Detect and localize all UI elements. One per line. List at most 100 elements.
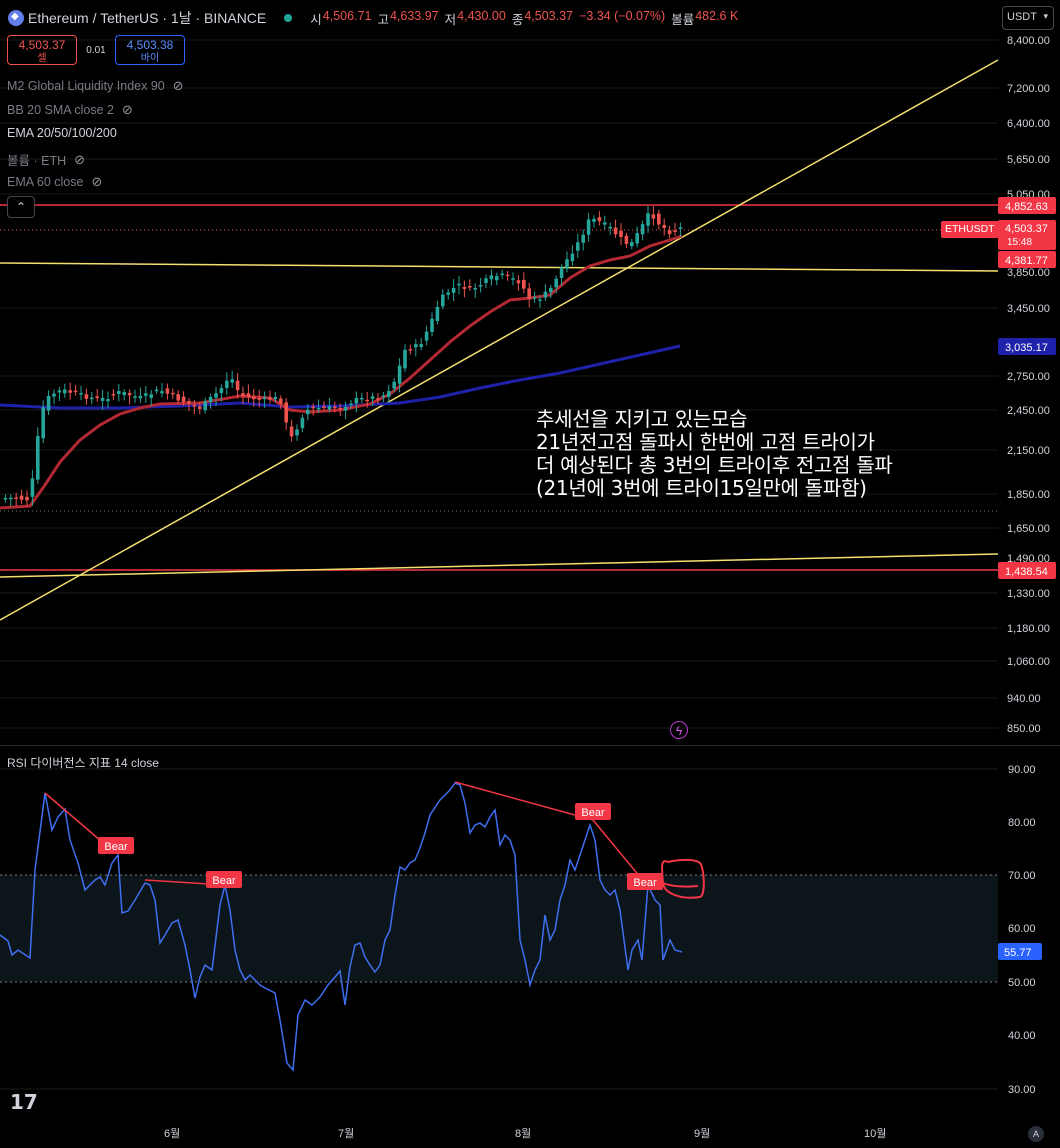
candle-body xyxy=(225,380,229,388)
collapse-indicators-button[interactable]: ⌃ xyxy=(7,196,35,218)
bear-label: Bear xyxy=(206,871,242,888)
candle-body xyxy=(505,274,510,277)
price-tick-label: 1,650.00 xyxy=(1007,523,1050,535)
candle-body xyxy=(84,394,89,399)
candle-body xyxy=(95,396,99,399)
last-price-badge: 4,503.37 15:48 xyxy=(998,220,1056,250)
volume-value: 482.6 K xyxy=(695,8,739,23)
candle-body xyxy=(646,213,650,226)
price-tick-label: 2,150.00 xyxy=(1007,445,1050,457)
trendline-rising[interactable] xyxy=(0,59,999,621)
candle-body xyxy=(538,299,542,301)
tradingview-logo-icon[interactable]: 17 xyxy=(10,1090,38,1114)
price-tick-label: 5,650.00 xyxy=(1007,154,1050,166)
support-price-badge: 1,438.54 xyxy=(998,562,1056,579)
candle-body xyxy=(100,397,105,401)
symbol-tag: ETHUSDT xyxy=(941,221,999,238)
candle-body xyxy=(241,393,245,396)
sell-label: 셀 xyxy=(37,53,47,64)
candle-body xyxy=(192,405,197,407)
indicator-ema[interactable]: EMA 20/50/100/200 xyxy=(7,126,117,140)
candle-body xyxy=(576,242,580,251)
market-status-dot-icon[interactable] xyxy=(284,14,293,22)
currency-select[interactable]: USDT ▾ xyxy=(1002,6,1054,30)
candle-body xyxy=(597,217,602,222)
candle-body xyxy=(160,391,164,394)
currency-value: USDT xyxy=(1007,11,1037,23)
candle-body xyxy=(284,402,288,423)
candle-body xyxy=(565,259,569,269)
candle-body xyxy=(640,224,645,235)
candle-body xyxy=(414,344,418,348)
rsi-pane[interactable]: Bear Bear Bear Bear 90.00 80.00 70.00 60… xyxy=(0,745,1060,1148)
time-axis[interactable]: 6월 7월 8월 9월 10월 xyxy=(164,1127,886,1140)
eye-hidden-icon[interactable]: ⊘ xyxy=(91,174,102,190)
candle-body xyxy=(397,365,402,384)
indicator-m2-liquidity[interactable]: M2 Global Liquidity Index 90 ⊘ xyxy=(7,78,184,94)
candle-body xyxy=(376,398,380,400)
candle-body xyxy=(68,390,72,393)
chevron-down-icon: ▾ xyxy=(1043,11,1048,21)
volume-label: 볼륨 xyxy=(671,12,695,27)
auto-scale-button[interactable]: A xyxy=(1028,1126,1044,1142)
candle-body xyxy=(138,395,143,399)
candle-body xyxy=(57,390,62,393)
symbol-title[interactable]: Ethereum / TetherUS · 1날 · BINANCE xyxy=(28,8,266,28)
candle-body xyxy=(214,393,218,398)
candle-body xyxy=(462,287,467,289)
candle-body xyxy=(9,497,13,500)
price-chart[interactable] xyxy=(0,0,1060,745)
eye-hidden-icon[interactable]: ⊘ xyxy=(173,78,184,94)
trendline-lower[interactable] xyxy=(0,553,999,578)
bear-label: Bear xyxy=(98,837,134,854)
indicator-ema60[interactable]: EMA 60 close ⊘ xyxy=(7,174,102,190)
candle-body xyxy=(154,389,159,392)
candle-body xyxy=(581,234,585,243)
candle-body xyxy=(549,287,553,293)
eye-hidden-icon[interactable]: ⊘ xyxy=(74,152,85,168)
candle-body xyxy=(343,406,348,411)
candle-body xyxy=(619,230,623,237)
candle-body xyxy=(306,409,310,415)
flash-icon[interactable]: ϟ xyxy=(670,721,688,739)
candle-body xyxy=(322,406,326,409)
candle-body xyxy=(603,222,607,225)
trendline-upper-horizontal[interactable] xyxy=(0,262,999,272)
candle-body xyxy=(484,278,488,284)
text-annotation[interactable]: 추세선을 지키고 있는모습 21년전고점 돌파시 한번에 고점 트라이가 더 예… xyxy=(536,408,893,500)
change-value: −3.34 (−0.07%) xyxy=(579,8,666,23)
candle-body xyxy=(198,406,202,410)
candle-body xyxy=(144,393,148,396)
candle-body xyxy=(424,331,429,341)
candle-body xyxy=(370,396,375,399)
candle-body xyxy=(289,426,294,437)
eye-hidden-icon[interactable]: ⊘ xyxy=(122,102,133,118)
candle-body xyxy=(392,381,396,389)
candle-body xyxy=(435,306,440,321)
candle-body xyxy=(673,230,677,232)
price-axis[interactable]: 8,400.007,200.006,400.005,650.005,050.00… xyxy=(998,0,1060,745)
chart-header: Ethereum / TetherUS · 1날 · BINANCE 시4,50… xyxy=(0,0,744,36)
low-label: 저 xyxy=(444,12,457,27)
open-label: 시 xyxy=(310,12,322,27)
rsi-tick-label: 30.00 xyxy=(1008,1084,1036,1096)
indicator-bb[interactable]: BB 20 SMA close 2 ⊘ xyxy=(7,102,133,118)
sell-button[interactable]: 4,503.37 셀 xyxy=(7,35,77,65)
rsi-title[interactable]: RSI 다이버전스 지표 14 close xyxy=(7,754,159,771)
candle-body xyxy=(419,344,423,348)
time-tick-label: 9월 xyxy=(694,1127,710,1140)
buy-button[interactable]: 4,503.38 바이 xyxy=(115,35,185,65)
candle-body xyxy=(327,406,332,410)
candle-body xyxy=(106,398,110,402)
bear-label-text: Bear xyxy=(581,807,605,819)
candle-body xyxy=(122,392,126,396)
buy-label: 바이 xyxy=(140,53,160,64)
low-line-badge: 4,381.77 xyxy=(998,251,1056,268)
bear-label-text: Bear xyxy=(633,877,657,889)
svg-text:4,503.37: 4,503.37 xyxy=(1005,223,1048,235)
indicator-volume[interactable]: 볼륨 · ETH ⊘ xyxy=(7,150,85,169)
rsi-band xyxy=(0,875,998,982)
high-value: 4,633.97 xyxy=(389,8,439,23)
indicator-label: EMA 60 close xyxy=(7,175,84,189)
candle-body xyxy=(630,242,634,247)
